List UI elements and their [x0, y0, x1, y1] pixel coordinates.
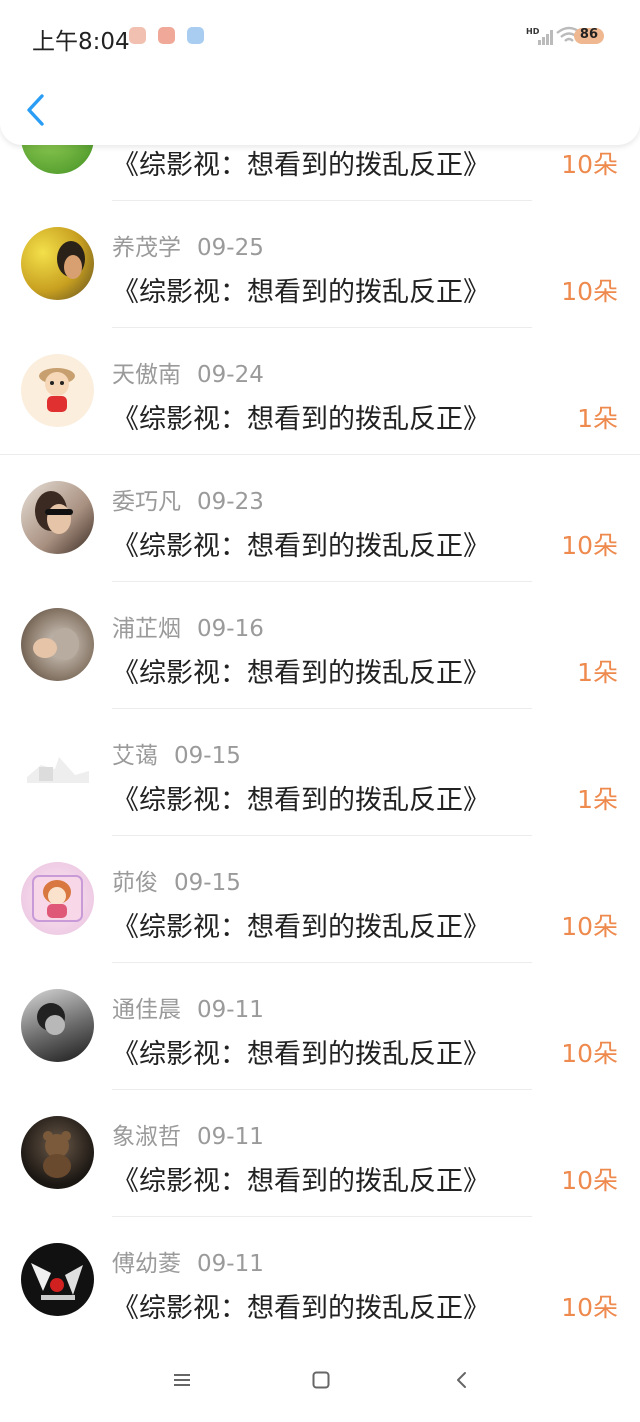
- row-date: 09-23: [197, 489, 264, 515]
- row-date: 09-11: [197, 1124, 264, 1150]
- row-title: 《综影视：想看到的拨乱反正》: [112, 1293, 490, 1324]
- notification-icon: [158, 27, 175, 44]
- row-title: 《综影视：想看到的拨乱反正》: [112, 1039, 490, 1070]
- row-amount: 10朵: [561, 1039, 618, 1068]
- user-name: 茆俊: [112, 870, 158, 896]
- row-date: 09-16: [197, 616, 264, 642]
- nav-back-button[interactable]: [452, 1370, 472, 1394]
- user-name: 浦芷烟: [112, 616, 181, 642]
- notification-icon: [129, 27, 146, 44]
- avatar[interactable]: [21, 989, 94, 1062]
- avatar[interactable]: [21, 354, 94, 427]
- list-item[interactable]: 象淑哲 09-11 《综影视：想看到的拨乱反正》 10朵: [0, 1089, 640, 1216]
- row-amount: 10朵: [561, 912, 618, 941]
- row-date: 09-25: [197, 235, 264, 261]
- row-date: 09-24: [197, 362, 264, 388]
- back-triangle-icon: [457, 1372, 466, 1388]
- system-nav-bar: [0, 1344, 640, 1422]
- back-button[interactable]: [22, 92, 50, 128]
- row-amount: 10朵: [561, 1166, 618, 1195]
- list-item[interactable]: 养茂学 09-25 《综影视：想看到的拨乱反正》 10朵: [0, 200, 640, 327]
- avatar[interactable]: [21, 227, 94, 300]
- row-amount: 1朵: [577, 658, 618, 687]
- avatar[interactable]: [21, 1243, 94, 1316]
- row-amount: 10朵: [561, 1293, 618, 1322]
- row-amount: 10朵: [561, 277, 618, 306]
- top-header: 上午8:04 HD 86: [0, 0, 640, 145]
- row-date: 09-11: [197, 997, 264, 1023]
- menu-button[interactable]: [172, 1370, 192, 1394]
- user-name: 象淑哲: [112, 1124, 181, 1150]
- user-name: 傅幼菱: [112, 1251, 181, 1277]
- row-amount: 10朵: [561, 531, 618, 560]
- list-item[interactable]: 艾蔼 09-15 《综影视：想看到的拨乱反正》 1朵: [0, 708, 640, 835]
- svg-text:HD: HD: [526, 27, 540, 36]
- list-item[interactable]: 浦芷烟 09-16 《综影视：想看到的拨乱反正》 1朵: [0, 581, 640, 708]
- user-name: 通佳晨: [112, 997, 181, 1023]
- chevron-left-icon: [27, 94, 44, 126]
- list-item[interactable]: 茆俊 09-15 《综影视：想看到的拨乱反正》 10朵: [0, 835, 640, 962]
- avatar[interactable]: [21, 862, 94, 935]
- list-item[interactable]: 傅幼菱 09-11 《综影视：想看到的拨乱反正》 10朵: [0, 1216, 640, 1343]
- row-title: 《综影视：想看到的拨乱反正》: [112, 1166, 490, 1197]
- row-amount: 1朵: [577, 404, 618, 433]
- user-name: 委巧凡: [112, 489, 181, 515]
- menu-icon: [174, 1374, 190, 1386]
- list-item[interactable]: 委巧凡 09-23 《综影视：想看到的拨乱反正》 10朵: [0, 454, 640, 581]
- list-item[interactable]: 通佳晨 09-11 《综影视：想看到的拨乱反正》 10朵: [0, 962, 640, 1089]
- notification-icon: [187, 27, 204, 44]
- row-date: 09-15: [174, 743, 241, 769]
- row-title: 《综影视：想看到的拨乱反正》: [112, 912, 490, 943]
- user-name: 艾蔼: [112, 743, 158, 769]
- avatar[interactable]: [21, 735, 94, 808]
- battery-level: 86: [579, 27, 598, 42]
- user-name: 天傲南: [112, 362, 181, 388]
- row-title: 《综影视：想看到的拨乱反正》: [112, 277, 490, 308]
- row-date: 09-11: [197, 1251, 264, 1277]
- row-date: 09-15: [174, 870, 241, 896]
- user-name: 养茂学: [112, 235, 181, 261]
- row-title: 《综影视：想看到的拨乱反正》: [112, 404, 490, 435]
- home-button[interactable]: [311, 1370, 331, 1394]
- avatar[interactable]: [21, 1116, 94, 1189]
- home-square-icon: [312, 1371, 330, 1389]
- signal-icon: HD: [526, 27, 553, 45]
- row-title: 《综影视：想看到的拨乱反正》: [112, 531, 490, 562]
- row-title: 《综影视：想看到的拨乱反正》: [112, 785, 490, 816]
- row-amount: 10朵: [561, 150, 618, 179]
- row-title: 《综影视：想看到的拨乱反正》: [112, 150, 490, 181]
- row-title: 《综影视：想看到的拨乱反正》: [112, 658, 490, 689]
- row-amount: 1朵: [577, 785, 618, 814]
- list-item[interactable]: 天傲南 09-24 《综影视：想看到的拨乱反正》 1朵: [0, 327, 640, 454]
- avatar[interactable]: [21, 608, 94, 681]
- status-time: 上午8:04: [32, 29, 130, 55]
- avatar[interactable]: [21, 481, 94, 554]
- status-bar: 上午8:04 HD 86: [0, 0, 640, 72]
